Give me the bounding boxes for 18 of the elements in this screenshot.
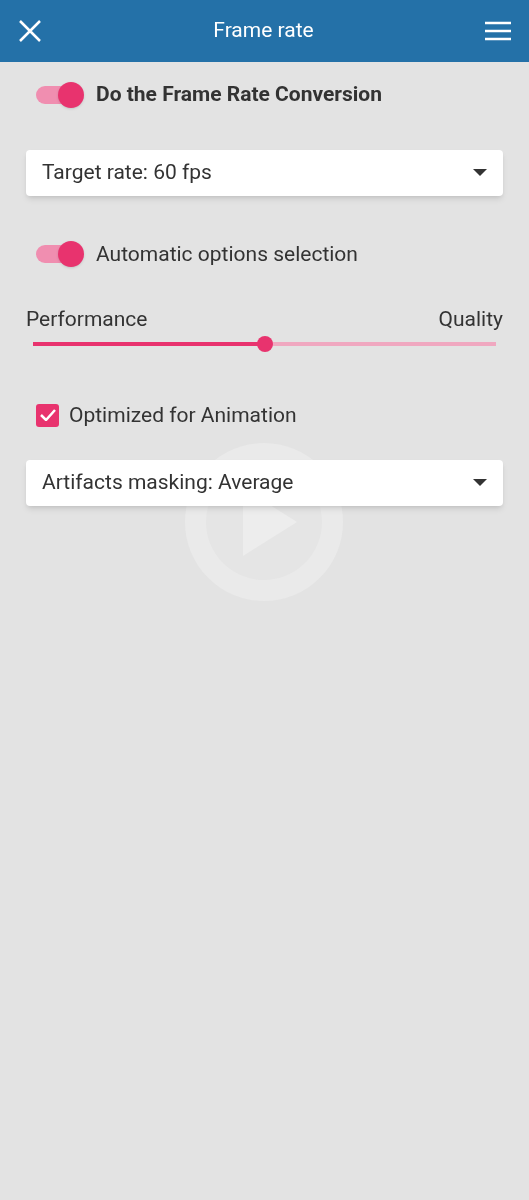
dropdown[interactable]: Artifacts masking: Average — [26, 460, 503, 506]
menu-icon[interactable] — [485, 21, 511, 41]
close-icon[interactable] — [18, 19, 42, 43]
slider-track[interactable] — [33, 341, 496, 346]
checkbox[interactable] — [36, 403, 59, 427]
dropdown-arrow-icon — [473, 479, 487, 487]
slider-label: Quality — [438, 306, 503, 333]
slider-label: Performance — [26, 306, 148, 333]
conversion-label: Do the Frame Rate Conversion — [96, 81, 382, 108]
auto-options-label: Automatic options selection — [96, 240, 358, 268]
dropdown-arrow-icon — [473, 168, 487, 177]
window-title: Frame rate — [213, 17, 314, 45]
animation-label: Optimized for Animation — [69, 401, 297, 429]
check-icon — [39, 409, 56, 422]
slider-thumb[interactable] — [256, 335, 273, 352]
dropdown[interactable]: Target rate: 60 fps — [26, 149, 503, 196]
toggle-switch[interactable] — [36, 81, 84, 108]
toggle-switch[interactable] — [36, 241, 84, 268]
